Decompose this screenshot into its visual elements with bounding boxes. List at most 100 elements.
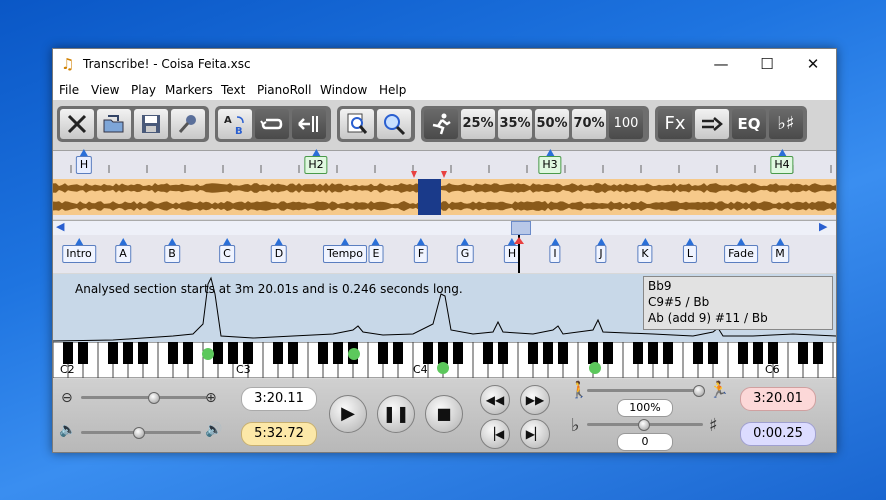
black-key[interactable] <box>183 342 193 364</box>
marker-f[interactable]: F <box>413 238 429 263</box>
black-key[interactable] <box>378 342 388 364</box>
menu-help[interactable]: Help <box>379 83 406 97</box>
maximize-button[interactable]: ☐ <box>744 49 790 79</box>
black-key[interactable] <box>663 342 673 364</box>
close-file-button[interactable] <box>60 109 94 139</box>
marker-g[interactable]: G <box>456 238 474 263</box>
marker-i[interactable]: I <box>549 238 561 263</box>
loop-end-marker[interactable] <box>441 171 447 178</box>
waveform-overview[interactable]: H H2 H3 H4 <box>53 149 836 219</box>
zoom-out-icon[interactable]: ⊖ <box>61 391 73 405</box>
black-key[interactable] <box>78 342 88 364</box>
speed-100-button[interactable]: 100 <box>609 109 643 139</box>
ab-button[interactable]: AB <box>218 109 252 139</box>
menu-window[interactable]: Window <box>320 83 367 97</box>
close-button[interactable]: ✕ <box>790 49 836 79</box>
menu-text[interactable]: Text <box>221 83 245 97</box>
selection-length-display[interactable]: 0:00.25 <box>740 422 816 446</box>
go-to-end-button[interactable]: ▶▏ <box>520 419 550 449</box>
scroll-left-icon[interactable]: ◀ <box>56 220 64 233</box>
horizontal-scrollbar[interactable]: ◀ ▶ <box>53 220 836 236</box>
marker-k[interactable]: K <box>637 238 653 263</box>
menu-view[interactable]: View <box>91 83 119 97</box>
marker-a[interactable]: A <box>115 238 131 263</box>
marker-m[interactable]: M <box>771 238 789 263</box>
black-key[interactable] <box>333 342 343 364</box>
scroll-right-icon[interactable]: ▶ <box>819 220 827 233</box>
volume-high-icon[interactable]: 🔊 <box>205 423 222 437</box>
rewind-button[interactable]: ◀◀ <box>480 385 510 415</box>
black-key[interactable] <box>138 342 148 364</box>
section-marker-h2[interactable]: H2 <box>304 149 328 174</box>
pitch-slider-thumb[interactable] <box>638 419 650 431</box>
black-key[interactable] <box>813 342 823 364</box>
transpose-button[interactable]: ♭♯ <box>769 109 803 139</box>
menu-markers[interactable]: Markers <box>165 83 213 97</box>
black-key[interactable] <box>648 342 658 364</box>
section-marker-h[interactable]: H <box>75 149 93 174</box>
black-key[interactable] <box>273 342 283 364</box>
marker-j[interactable]: J <box>595 238 607 263</box>
speed-50-button[interactable]: 50% <box>535 109 569 139</box>
menu-play[interactable]: Play <box>131 83 156 97</box>
black-key[interactable] <box>318 342 328 364</box>
black-key[interactable] <box>423 342 433 364</box>
eq-button[interactable]: EQ <box>732 109 766 139</box>
speed-35-button[interactable]: 35% <box>498 109 532 139</box>
zoom-slider-track[interactable] <box>81 396 207 399</box>
black-key[interactable] <box>213 342 223 364</box>
black-key[interactable] <box>453 342 463 364</box>
black-key[interactable] <box>738 342 748 364</box>
marker-b[interactable]: B <box>164 238 180 263</box>
zoom-slider-thumb[interactable] <box>148 392 160 404</box>
white-key[interactable] <box>832 341 849 379</box>
black-key[interactable] <box>243 342 253 364</box>
marker-tempo[interactable]: Tempo <box>322 238 368 263</box>
black-key[interactable] <box>528 342 538 364</box>
black-key[interactable] <box>603 342 613 364</box>
find-button[interactable] <box>340 109 374 139</box>
speed-runner-button[interactable] <box>424 109 458 139</box>
selection-start-display[interactable]: 3:20.01 <box>740 387 816 411</box>
black-key[interactable] <box>588 342 598 364</box>
length-display[interactable]: 5:32.72 <box>241 422 317 446</box>
zoom-in-icon[interactable]: ⊕ <box>205 391 217 405</box>
menu-pianoroll[interactable]: PianoRoll <box>257 83 311 97</box>
loop-button[interactable] <box>255 109 289 139</box>
speed-value[interactable]: 100% <box>617 399 673 417</box>
black-key[interactable] <box>498 342 508 364</box>
black-key[interactable] <box>558 342 568 364</box>
fast-forward-button[interactable]: ▶▶ <box>520 385 550 415</box>
black-key[interactable] <box>108 342 118 364</box>
speed-25-button[interactable]: 25% <box>461 109 495 139</box>
volume-slider-thumb[interactable] <box>133 427 145 439</box>
section-marker-h3[interactable]: H3 <box>538 149 562 174</box>
marker-c[interactable]: C <box>219 238 235 263</box>
pitch-value[interactable]: 0 <box>617 433 673 451</box>
loop-start-marker[interactable] <box>411 171 417 178</box>
black-key[interactable] <box>768 342 778 364</box>
marker-d[interactable]: D <box>270 238 288 263</box>
black-key[interactable] <box>543 342 553 364</box>
microphone-button[interactable] <box>171 109 205 139</box>
karaoke-button[interactable] <box>695 109 729 139</box>
zoom-button[interactable] <box>377 109 411 139</box>
go-to-start-button[interactable]: ▕◀ <box>480 419 510 449</box>
speed-slider-track[interactable] <box>587 389 703 392</box>
black-key[interactable] <box>438 342 448 364</box>
pause-button[interactable]: ❚❚ <box>377 395 415 433</box>
stop-button[interactable]: ■ <box>425 395 463 433</box>
open-file-button[interactable] <box>97 109 131 139</box>
black-key[interactable] <box>123 342 133 364</box>
piano-keyboard[interactable]: C2 C3 C4 C6 <box>52 341 853 379</box>
black-key[interactable] <box>633 342 643 364</box>
black-key[interactable] <box>228 342 238 364</box>
save-button[interactable] <box>134 109 168 139</box>
black-key[interactable] <box>798 342 808 364</box>
minimize-button[interactable]: — <box>698 49 744 79</box>
black-key[interactable] <box>63 342 73 364</box>
black-key[interactable] <box>483 342 493 364</box>
section-marker-h4[interactable]: H4 <box>770 149 794 174</box>
go-back-button[interactable] <box>292 109 326 139</box>
marker-fade[interactable]: Fade <box>724 238 758 263</box>
